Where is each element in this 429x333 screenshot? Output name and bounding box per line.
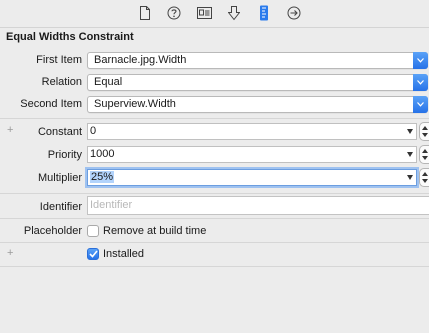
relation-value: Equal (94, 76, 123, 88)
identifier-placeholder: Identifier (90, 199, 133, 211)
stepper-up-icon[interactable] (422, 149, 428, 153)
stepper-up-icon[interactable] (422, 172, 428, 176)
dropdown-arrow-icon[interactable] (407, 129, 413, 134)
stepper-up-icon[interactable] (422, 126, 428, 130)
help-icon[interactable] (166, 5, 182, 21)
placeholder-label: Placeholder (23, 225, 82, 237)
first-item-label: First Item (36, 54, 82, 66)
dropdown-arrow-icon[interactable] (407, 175, 413, 180)
multiplier-combo[interactable]: 25% (87, 169, 417, 186)
dropdown-arrow-icon[interactable] (407, 152, 413, 157)
divider (0, 118, 429, 119)
identifier-field[interactable]: Identifier (87, 196, 429, 215)
add-variation-installed-button[interactable]: + (7, 247, 13, 259)
multiplier-stepper[interactable] (419, 168, 429, 187)
attributes-icon[interactable] (226, 5, 242, 21)
second-item-label: Second Item (20, 98, 82, 110)
identifier-label: Identifier (39, 201, 82, 213)
priority-stepper[interactable] (419, 145, 429, 164)
constant-label: Constant (37, 126, 82, 138)
first-item-value: Barnacle.jpg.Width (94, 54, 187, 66)
priority-combo[interactable]: 1000 (87, 146, 417, 163)
multiplier-label: Multiplier (37, 172, 82, 184)
chevron-down-icon (413, 74, 428, 91)
remove-at-build-time-checkbox[interactable] (87, 225, 99, 237)
relation-label: Relation (41, 76, 82, 88)
file-icon[interactable] (137, 5, 153, 21)
second-item-value: Superview.Width (94, 98, 176, 110)
divider (0, 218, 429, 219)
installed-checkbox[interactable] (87, 248, 99, 260)
constant-combo[interactable]: 0 (87, 123, 417, 140)
stepper-down-icon[interactable] (422, 133, 428, 137)
chevron-down-icon (413, 96, 428, 113)
chevron-down-icon (413, 52, 428, 69)
identity-icon[interactable] (196, 5, 212, 21)
inspector-tab-bar (0, 0, 429, 27)
divider (0, 193, 429, 194)
installed-label: Installed (103, 248, 144, 260)
constant-value: 0 (90, 125, 97, 137)
size-icon[interactable] (256, 5, 272, 21)
add-variation-constant-button[interactable]: + (7, 124, 13, 136)
first-item-popup[interactable]: Barnacle.jpg.Width (87, 52, 428, 69)
remove-at-build-time-label: Remove at build time (103, 225, 207, 237)
second-item-popup[interactable]: Superview.Width (87, 96, 428, 113)
connections-icon[interactable] (286, 5, 302, 21)
priority-value: 1000 (90, 148, 115, 160)
divider (0, 266, 429, 267)
multiplier-value: 25% (90, 171, 115, 183)
divider (0, 242, 429, 243)
checkmark-icon (88, 250, 98, 258)
stepper-down-icon[interactable] (422, 156, 428, 160)
constant-stepper[interactable] (419, 122, 429, 141)
stepper-down-icon[interactable] (422, 179, 428, 183)
section-title: Equal Widths Constraint (6, 31, 134, 43)
priority-label: Priority (47, 149, 82, 161)
relation-popup[interactable]: Equal (87, 74, 428, 91)
